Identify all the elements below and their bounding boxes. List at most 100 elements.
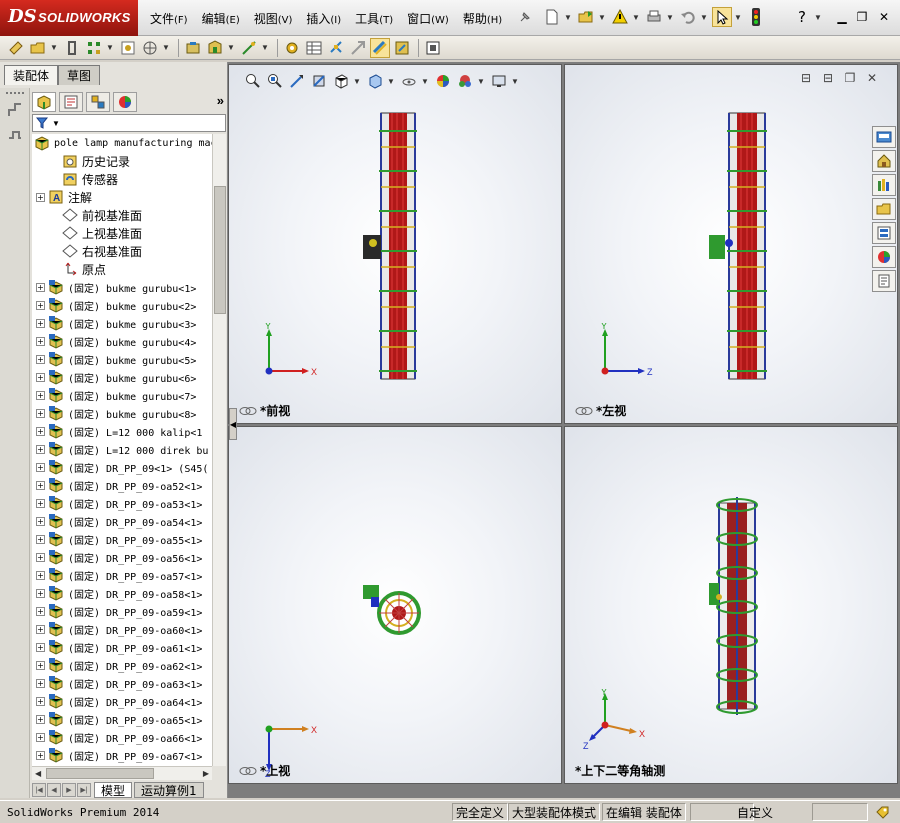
- expand-toggle[interactable]: +: [36, 282, 45, 292]
- step-tool-icon[interactable]: [7, 128, 23, 144]
- close-viewport-icon[interactable]: ✕: [861, 71, 883, 85]
- edit-appearance-icon[interactable]: [433, 71, 453, 91]
- interference-detection-icon[interactable]: [370, 37, 390, 58]
- viewport-isometric[interactable]: Y X Z *上下二等角轴测: [564, 426, 898, 784]
- expand-toggle[interactable]: +: [36, 516, 45, 526]
- expand-toggle[interactable]: +: [36, 390, 45, 400]
- rebuild-tag-icon[interactable]: [874, 804, 890, 820]
- expand-toggle[interactable]: +: [36, 444, 45, 454]
- sketch-tool-icon[interactable]: [7, 102, 23, 118]
- display-style-dropdown-icon[interactable]: ▼: [387, 77, 395, 86]
- tree-item-top-plane[interactable]: 上视基准面: [32, 224, 212, 242]
- smart-fasteners-icon[interactable]: [118, 38, 138, 58]
- assembly-features-dropdown-icon[interactable]: ▼: [227, 43, 235, 52]
- undo-icon[interactable]: [678, 7, 698, 27]
- expand-toggle[interactable]: +: [36, 750, 45, 760]
- tab-model[interactable]: 模型: [94, 782, 133, 798]
- pattern-dropdown-icon[interactable]: ▼: [106, 43, 114, 52]
- tab-assembly[interactable]: 装配体: [4, 65, 59, 85]
- expand-toggle[interactable]: +: [36, 534, 45, 544]
- tree-item-annotations[interactable]: + A 注解: [32, 188, 212, 206]
- instant-3d-icon[interactable]: [392, 38, 412, 58]
- filter-funnel-icon[interactable]: [36, 117, 50, 129]
- tab-motion-study[interactable]: 运动算例1: [134, 782, 204, 798]
- close-icon[interactable]: ✕: [876, 10, 892, 24]
- viewport-top[interactable]: X Z *上视: [228, 426, 562, 784]
- tree-component-row[interactable]: + (固定) L=12 000 direk bu: [32, 440, 212, 458]
- appearances-scenes-icon[interactable]: [872, 246, 896, 268]
- scroll-thumb[interactable]: [214, 186, 226, 314]
- zoom-to-fit-icon[interactable]: [243, 71, 263, 91]
- expand-toggle[interactable]: +: [36, 354, 45, 364]
- last-tab-arrow-icon[interactable]: ▶|: [77, 783, 91, 797]
- move-component-icon[interactable]: [140, 38, 160, 58]
- expand-toggle[interactable]: +: [36, 408, 45, 418]
- tree-item-history[interactable]: 历史记录: [32, 152, 212, 170]
- tree-item-front-plane[interactable]: 前视基准面: [32, 206, 212, 224]
- minimize-icon[interactable]: ▁: [834, 10, 850, 24]
- print-dropdown-icon[interactable]: ▼: [666, 13, 674, 22]
- tree-component-row[interactable]: + (固定) bukme gurubu<6>: [32, 368, 212, 386]
- explode-line-sketch-icon[interactable]: [348, 38, 368, 58]
- design-library-icon[interactable]: [872, 174, 896, 196]
- menu-help[interactable]: 帮助(H): [463, 10, 502, 27]
- tree-item-sensors[interactable]: 传感器: [32, 170, 212, 188]
- tree-component-row[interactable]: + (固定) DR_PP_09-oa61<1>: [32, 638, 212, 656]
- expand-toggle[interactable]: +: [36, 462, 45, 472]
- tree-component-row[interactable]: + (固定) DR_PP_09-oa52<1>: [32, 476, 212, 494]
- help-question-icon[interactable]: ?: [792, 7, 812, 27]
- display-manager-tab-icon[interactable]: [113, 92, 137, 112]
- prev-tab-arrow-icon[interactable]: ◀: [47, 783, 61, 797]
- view-orientation-dropdown-icon[interactable]: ▼: [353, 77, 361, 86]
- section-view-icon[interactable]: [309, 71, 329, 91]
- open-dropdown-icon[interactable]: ▼: [598, 13, 606, 22]
- scroll-thumb[interactable]: [46, 768, 154, 779]
- tree-component-row[interactable]: + (固定) DR_PP_09-oa62<1>: [32, 656, 212, 674]
- expand-toggle[interactable]: +: [36, 606, 45, 616]
- expand-toggle[interactable]: +: [36, 678, 45, 688]
- tree-component-row[interactable]: + (固定) bukme gurubu<2>: [32, 296, 212, 314]
- view-settings-dropdown-icon[interactable]: ▼: [511, 77, 519, 86]
- home-icon[interactable]: [872, 150, 896, 172]
- tree-component-row[interactable]: + (固定) DR_PP_09<1> (S45(: [32, 458, 212, 476]
- edit-component-icon[interactable]: [6, 38, 26, 58]
- tree-component-row[interactable]: + (固定) DR_PP_09-oa66<1>: [32, 728, 212, 746]
- tree-component-row[interactable]: + (固定) DR_PP_09-oa53<1>: [32, 494, 212, 512]
- zoom-to-area-icon[interactable]: [265, 71, 285, 91]
- configuration-manager-tab-icon[interactable]: [86, 92, 110, 112]
- viewport-left[interactable]: ⊟ ⊟ ❐ ✕ Y Z *左视: [564, 64, 898, 424]
- expand-toggle[interactable]: +: [36, 480, 45, 490]
- help-dropdown-icon[interactable]: ▼: [814, 13, 822, 22]
- tree-filter[interactable]: ▼: [32, 114, 226, 132]
- tree-component-row[interactable]: + (固定) DR_PP_09-oa58<1>: [32, 584, 212, 602]
- front-view-pole-model[interactable]: [359, 111, 429, 383]
- rebuild-dropdown-icon[interactable]: ▼: [632, 13, 640, 22]
- reference-geometry-dropdown-icon[interactable]: ▼: [261, 43, 269, 52]
- tree-component-row[interactable]: + (固定) bukme gurubu<8>: [32, 404, 212, 422]
- link-views-icon[interactable]: [239, 406, 257, 416]
- new-document-icon[interactable]: [542, 7, 562, 27]
- select-dropdown-icon[interactable]: ▼: [734, 13, 742, 22]
- first-tab-arrow-icon[interactable]: |◀: [32, 783, 46, 797]
- speedpak-icon[interactable]: [423, 38, 443, 58]
- menu-tools[interactable]: 工具(T): [355, 10, 393, 27]
- link-views-icon[interactable]: [239, 766, 257, 776]
- expand-toggle[interactable]: +: [36, 336, 45, 346]
- menu-insert[interactable]: 插入(I): [306, 10, 341, 27]
- scroll-left-arrow-icon[interactable]: ◀: [35, 769, 41, 778]
- expand-toggle[interactable]: +: [36, 372, 45, 382]
- show-hidden-icon[interactable]: [183, 38, 203, 58]
- tree-item-origin[interactable]: 原点: [32, 260, 212, 278]
- restore-viewport-icon[interactable]: ❐: [839, 71, 861, 85]
- link-viewports-right-icon[interactable]: ⊟: [817, 71, 839, 85]
- filter-dropdown-icon[interactable]: ▼: [52, 119, 60, 128]
- tab-sketch[interactable]: 草图: [58, 65, 101, 85]
- feature-manager-tab-icon[interactable]: [32, 92, 56, 112]
- reference-geometry-icon[interactable]: [239, 38, 259, 58]
- tree-component-row[interactable]: + (固定) bukme gurubu<3>: [32, 314, 212, 332]
- tree-vertical-scrollbar[interactable]: [212, 134, 226, 766]
- menu-edit[interactable]: 编辑(E): [202, 10, 240, 27]
- tree-component-row[interactable]: + (固定) bukme gurubu<5>: [32, 350, 212, 368]
- status-units[interactable]: 自定义: [734, 803, 794, 821]
- hide-show-dropdown-icon[interactable]: ▼: [421, 77, 429, 86]
